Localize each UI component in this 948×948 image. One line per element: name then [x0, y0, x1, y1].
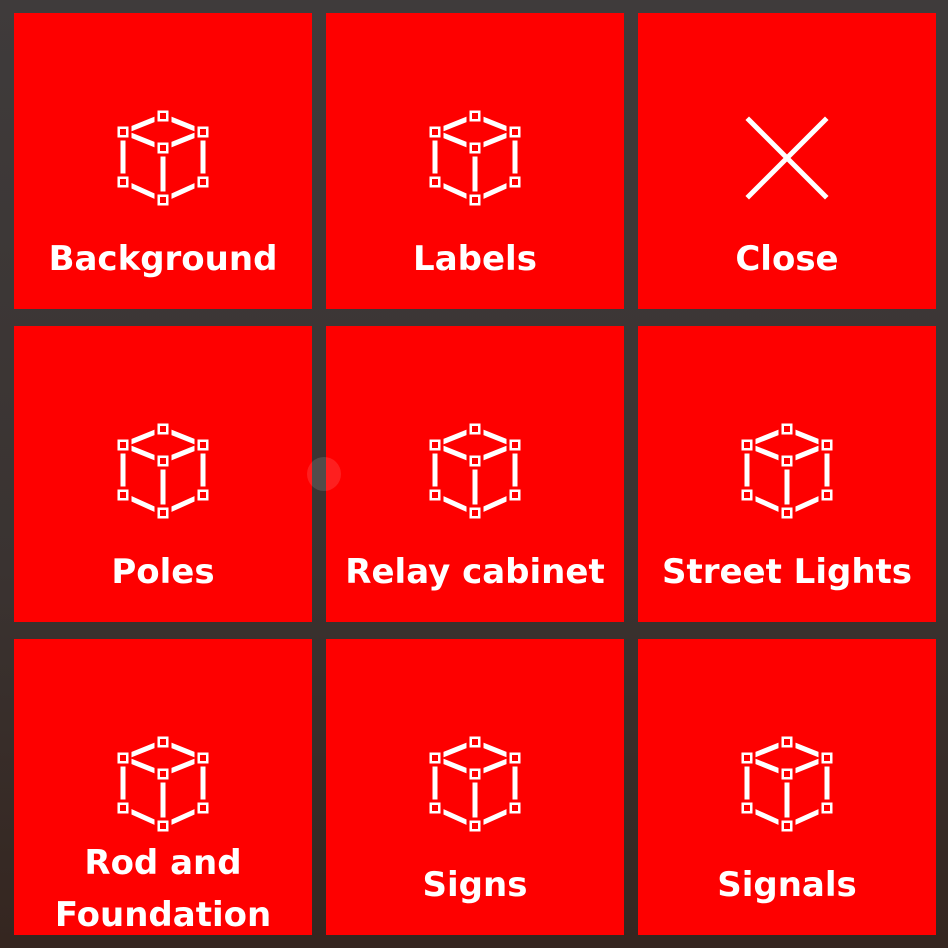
cube-icon: [738, 421, 836, 521]
tile-label: Signals: [717, 865, 857, 905]
cube-icon: [426, 108, 524, 208]
tile-label: Street Lights: [661, 552, 913, 592]
tile-label: Poles: [111, 552, 215, 592]
tile-labels[interactable]: Labels: [326, 13, 624, 309]
tile-label: Signs: [422, 865, 528, 905]
tile-street-lights[interactable]: Street Lights: [638, 326, 936, 622]
cube-icon: [114, 108, 212, 208]
tile-label: Close: [735, 239, 839, 279]
cube-icon: [738, 734, 836, 834]
cube-icon: [114, 734, 212, 834]
cube-icon: [426, 734, 524, 834]
tile-background[interactable]: Background: [14, 13, 312, 309]
close-icon: [745, 116, 829, 200]
tile-menu-grid: Background Labels Close Poles Relay cabi…: [14, 13, 936, 935]
tile-close[interactable]: Close: [638, 13, 936, 309]
tile-label: Rod and Foundation: [54, 843, 272, 935]
tile-relay-cabinet[interactable]: Relay cabinet: [326, 326, 624, 622]
tile-poles[interactable]: Poles: [14, 326, 312, 622]
tile-signals[interactable]: Signals: [638, 639, 936, 935]
cube-icon: [426, 421, 524, 521]
tile-label: Relay cabinet: [345, 552, 605, 592]
cube-icon: [114, 421, 212, 521]
tile-label: Background: [48, 239, 278, 279]
tile-label: Labels: [413, 239, 537, 279]
tile-signs[interactable]: Signs: [326, 639, 624, 935]
tile-rod-and-foundation[interactable]: Rod and Foundation: [14, 639, 312, 935]
